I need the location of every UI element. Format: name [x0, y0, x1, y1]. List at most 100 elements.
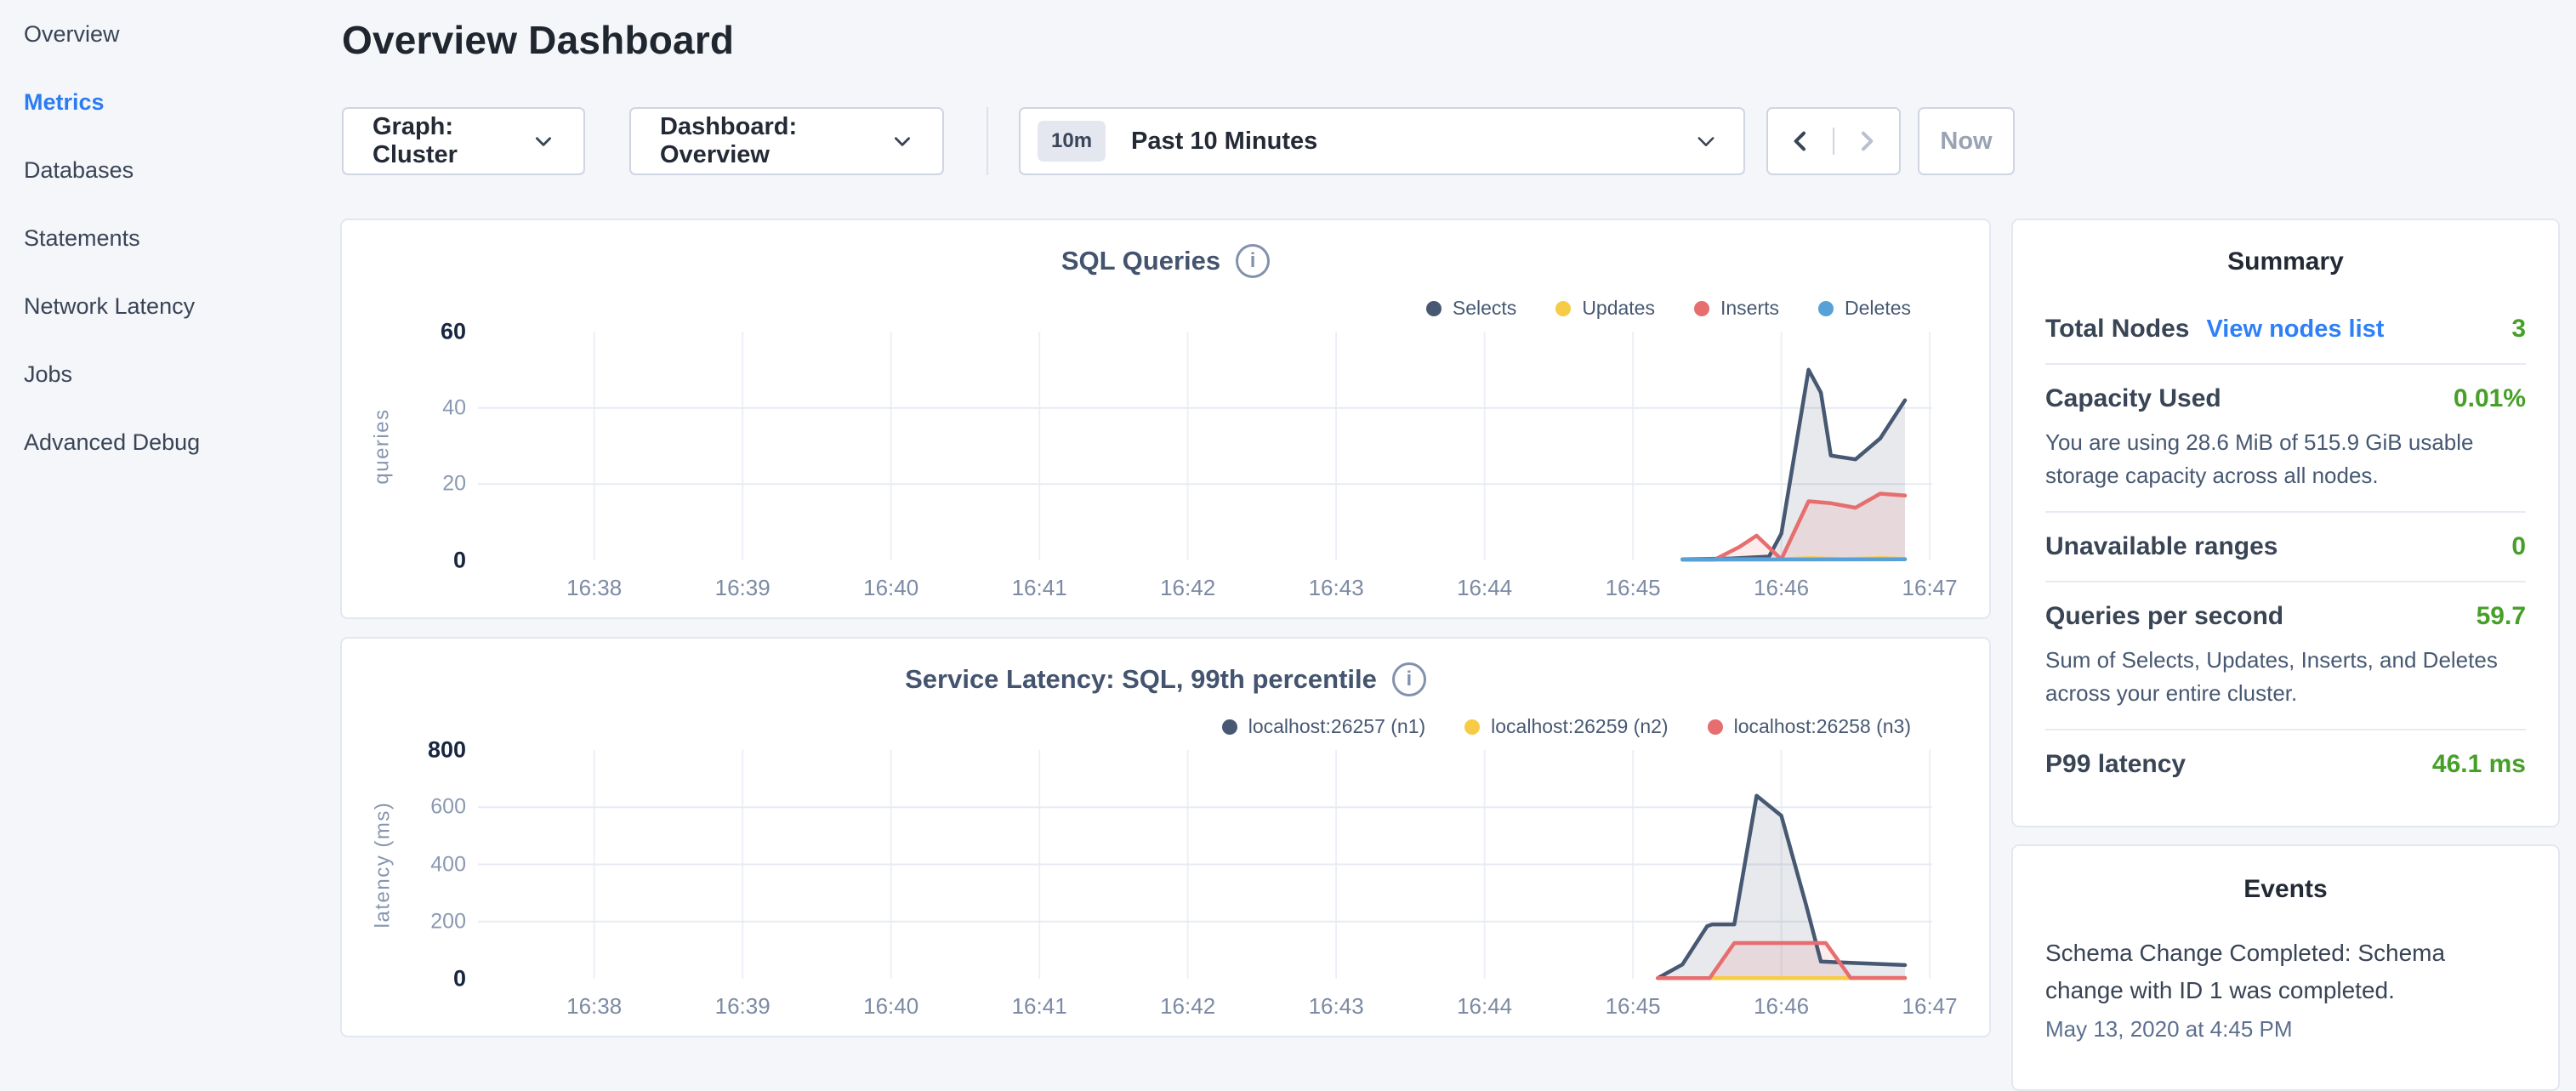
right-column: Summary Total NodesView nodes list3Capac…: [2011, 219, 2560, 1091]
x-tick-label: 16:42: [1160, 575, 1215, 601]
summary-row-subtext: You are using 28.6 MiB of 515.9 GiB usab…: [2045, 426, 2526, 492]
events-list: Schema Change Completed: Schema change w…: [2045, 935, 2526, 1043]
chevron-down-icon: [1694, 129, 1718, 153]
x-tick-label: 16:43: [1309, 993, 1364, 1020]
x-tick-label: 16:46: [1754, 575, 1809, 601]
event-item: Schema Change Completed: Schema change w…: [2045, 935, 2526, 1043]
sidebar-item-overview[interactable]: Overview: [0, 0, 340, 68]
legend-item-updates: Updates: [1555, 297, 1655, 320]
x-tick-label: 16:38: [566, 575, 622, 601]
dashboard-dropdown[interactable]: Dashboard: Overview: [629, 107, 944, 175]
summary-row-subtext: Sum of Selects, Updates, Inserts, and De…: [2045, 644, 2526, 710]
summary-row-head: Unavailable ranges 0: [2045, 531, 2526, 562]
sidebar: OverviewMetricsDatabasesStatementsNetwor…: [0, 0, 340, 1051]
summary-panel: Summary Total NodesView nodes list3Capac…: [2011, 219, 2560, 827]
summary-row-value: 59.7: [2476, 602, 2526, 631]
legend-item-localhost-26257-n1: localhost:26257 (n1): [1222, 715, 1425, 738]
sidebar-item-advanced-debug[interactable]: Advanced Debug: [0, 408, 340, 476]
chart-title: SQL Queries: [1061, 246, 1220, 276]
events-panel: Events Schema Change Completed: Schema c…: [2011, 844, 2560, 1091]
summary-row-value: 3: [2511, 315, 2526, 344]
chart-title-row: Service Latency: SQL, 99th percentile i: [342, 662, 1989, 696]
time-back-button[interactable]: [1768, 128, 1833, 155]
now-button[interactable]: Now: [1918, 107, 2015, 175]
legend-dot: [1818, 301, 1834, 316]
legend-item-localhost-26258-n3: localhost:26258 (n3): [1708, 715, 1911, 738]
legend-label: Updates: [1582, 297, 1655, 320]
sidebar-nav: OverviewMetricsDatabasesStatementsNetwor…: [0, 0, 340, 476]
info-icon[interactable]: i: [1236, 244, 1270, 278]
y-tick-label: 200: [371, 909, 466, 934]
page-title: Overview Dashboard: [342, 17, 734, 63]
chart-legend: localhost:26257 (n1) localhost:26259 (n2)…: [1222, 715, 1911, 738]
legend-dot: [1222, 719, 1237, 735]
chevron-down-icon: [532, 130, 554, 152]
summary-row-capacity-used: Capacity Used 0.01% You are using 28.6 MiB…: [2045, 365, 2526, 513]
legend-item-localhost-26259-n2: localhost:26259 (n2): [1464, 715, 1668, 738]
event-text: Schema Change Completed: Schema change w…: [2045, 935, 2526, 1009]
y-tick-label: 400: [371, 852, 466, 877]
graph-dropdown[interactable]: Graph: Cluster: [342, 107, 585, 175]
y-tick-label: 60: [371, 319, 466, 345]
info-icon[interactable]: i: [1392, 662, 1426, 696]
legend-item-inserts: Inserts: [1694, 297, 1779, 320]
summary-title: Summary: [2045, 247, 2526, 276]
time-forward-button[interactable]: [1833, 128, 1899, 155]
x-tick-label: 16:45: [1606, 993, 1661, 1020]
x-tick-label: 16:46: [1754, 993, 1809, 1020]
y-tick-label: 40: [371, 395, 466, 420]
summary-row-label: Capacity Used: [2045, 384, 2221, 414]
sidebar-item-statements[interactable]: Statements: [0, 204, 340, 272]
summary-row-head: Capacity Used 0.01%: [2045, 384, 2526, 414]
x-tick-label: 16:47: [1902, 575, 1958, 601]
chevron-right-icon: [1853, 128, 1880, 155]
legend-item-selects: Selects: [1426, 297, 1516, 320]
summary-row-head: Total NodesView nodes list3: [2045, 314, 2526, 344]
x-tick-label: 16:41: [1012, 993, 1067, 1020]
dashboard-dropdown-label: Dashboard: Overview: [660, 113, 866, 169]
y-tick-label: 800: [371, 737, 466, 764]
sidebar-item-metrics[interactable]: Metrics: [0, 68, 340, 136]
legend-label: Selects: [1453, 297, 1516, 320]
legend-dot: [1708, 719, 1723, 735]
legend-label: localhost:26259 (n2): [1491, 715, 1668, 738]
sidebar-item-jobs[interactable]: Jobs: [0, 340, 340, 408]
x-tick-label: 16:39: [715, 993, 771, 1020]
x-tick-label: 16:47: [1902, 993, 1958, 1020]
y-axis-label: queries: [367, 332, 398, 560]
sql-queries-chart-card: SQL Queries i SelectsUpdatesInsertsDelet…: [340, 219, 1991, 619]
chart-plot: [478, 332, 1932, 560]
legend-label: localhost:26258 (n3): [1734, 715, 1911, 738]
time-range-badge: 10m: [1038, 121, 1106, 162]
view-nodes-link[interactable]: View nodes list: [2206, 315, 2384, 344]
x-tick-label: 16:43: [1309, 575, 1364, 601]
legend-dot: [1426, 301, 1442, 316]
time-step-buttons: [1766, 107, 1901, 175]
x-tick-label: 16:38: [566, 993, 622, 1020]
events-title: Events: [2045, 875, 2526, 904]
legend-label: localhost:26257 (n1): [1248, 715, 1425, 738]
summary-row-label: Unavailable ranges: [2045, 531, 2277, 562]
graph-dropdown-label: Graph: Cluster: [372, 113, 507, 169]
summary-row-value: 0: [2511, 532, 2526, 561]
x-tick-label: 16:42: [1160, 993, 1215, 1020]
x-tick-label: 16:44: [1457, 993, 1512, 1020]
x-tick-label: 16:39: [715, 575, 771, 601]
chart-svg: [478, 332, 1932, 560]
sidebar-item-databases[interactable]: Databases: [0, 136, 340, 204]
y-tick-label: 0: [371, 966, 466, 992]
x-tick-label: 16:40: [863, 993, 918, 1020]
chart-legend: SelectsUpdatesInsertsDeletes: [1426, 297, 1911, 320]
summary-row-value: 46.1 ms: [2432, 750, 2526, 779]
event-timestamp: May 13, 2020 at 4:45 PM: [2045, 1016, 2526, 1043]
y-tick-label: 0: [371, 548, 466, 574]
time-range-label: Past 10 Minutes: [1131, 128, 1317, 156]
summary-row-unavailable-ranges: Unavailable ranges 0: [2045, 513, 2526, 582]
summary-row-value: 0.01%: [2454, 384, 2526, 413]
sidebar-item-network-latency[interactable]: Network Latency: [0, 272, 340, 340]
chevron-left-icon: [1787, 128, 1814, 155]
chart-plot: [478, 750, 1932, 979]
time-range-selector[interactable]: 10m Past 10 Minutes: [1019, 107, 1745, 175]
legend-dot: [1694, 301, 1709, 316]
toolbar-divider: [987, 107, 988, 175]
